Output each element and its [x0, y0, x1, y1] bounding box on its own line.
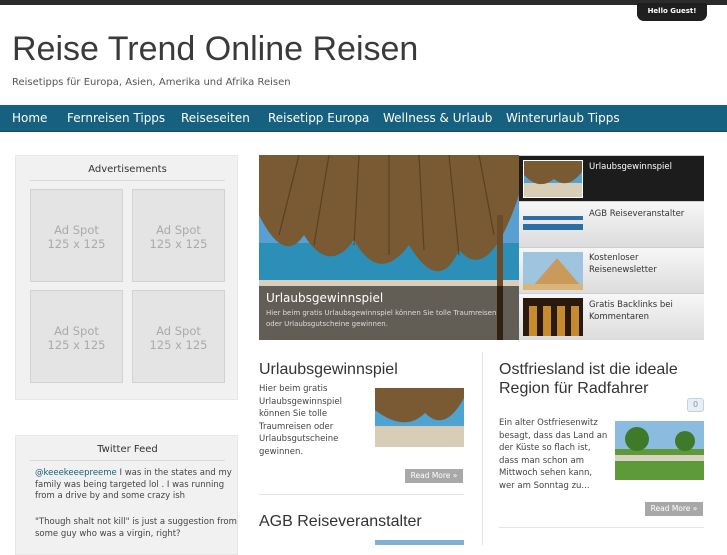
site-tagline: Reisetipps für Europa, Asien, Amerika un… [12, 77, 291, 88]
ad-spot-size: 125 x 125 [47, 237, 106, 251]
nav-home[interactable]: Home [12, 105, 47, 132]
nav-wellness-urlaub[interactable]: Wellness & Urlaub [383, 105, 492, 132]
ad-spot-size: 125 x 125 [149, 237, 208, 251]
thumb-image [523, 206, 583, 244]
ads-widget-title: Advertisements [30, 164, 225, 181]
ad-spot[interactable]: Ad Spot 125 x 125 [30, 290, 123, 383]
ad-spot[interactable]: Ad Spot 125 x 125 [132, 290, 225, 383]
nav-winterurlaub-tipps[interactable]: Winterurlaub Tipps [506, 105, 620, 132]
thumb-image [523, 298, 583, 336]
top-bar [0, 0, 727, 5]
column-divider [482, 352, 483, 545]
ads-widget: Advertisements Ad Spot 125 x 125 Ad Spot 1… [15, 155, 238, 400]
ad-spot-label: Ad Spot [54, 223, 99, 237]
tweet: @keeekeeepreeme I was in the states and … [35, 468, 240, 503]
post-excerpt: Ein alter Ostfriesenwitz besagt, dass da… [499, 418, 608, 491]
slider-thumb-label: Urlaubsgewinnspiel [589, 162, 672, 172]
post-thumbnail[interactable] [615, 421, 704, 480]
tweet-text: "Though shalt not kill" is just a sugges… [35, 517, 237, 539]
ad-spot-size: 125 x 125 [149, 338, 208, 352]
featured-slider: Urlaubsgewinnspiel Hier beim gratis Urla… [259, 155, 704, 340]
twitter-widget: Twitter Feed @keeekeeepreeme I was in th… [15, 435, 238, 555]
post-title[interactable]: Ostfriesland ist die ideale Region für R… [499, 360, 704, 398]
post-thumbnail[interactable] [375, 388, 464, 447]
slider-thumb-label: Kostenloser Reisenewsletter [589, 253, 657, 275]
slider-thumb-urlaubsgewinnspiel[interactable]: Urlaubsgewinnspiel [519, 155, 704, 201]
post-thumbnail[interactable] [375, 540, 464, 545]
slider-image[interactable]: Urlaubsgewinnspiel Hier beim gratis Urla… [259, 155, 519, 340]
slider-thumb-label: AGB Reiseveranstalter [589, 209, 685, 219]
slider-caption: Urlaubsgewinnspiel Hier beim gratis Urla… [259, 286, 519, 340]
slider-caption-text: Hier beim gratis Urlaubsgewinnspiel könn… [266, 309, 497, 328]
slider-thumb-agb[interactable]: AGB Reiseveranstalter [519, 201, 704, 247]
ad-spot-size: 125 x 125 [47, 338, 106, 352]
comment-count-badge[interactable]: 0 [687, 398, 704, 412]
ad-spot[interactable]: Ad Spot 125 x 125 [30, 189, 123, 282]
nav-reiseseiten[interactable]: Reiseseiten [181, 105, 250, 132]
twitter-widget-title: Twitter Feed [30, 444, 225, 461]
tweet: "Though shalt not kill" is just a sugges… [35, 517, 240, 540]
thumb-image [523, 160, 583, 198]
post-title[interactable]: AGB Reiseveranstalter [259, 512, 464, 531]
tweet-user-link[interactable]: @keeekeeepreeme [35, 468, 117, 478]
post-divider [499, 527, 704, 528]
greeting-badge[interactable]: Hello Guest! [637, 3, 707, 21]
ad-spot-label: Ad Spot [156, 223, 201, 237]
slider-thumb-backlinks[interactable]: Gratis Backlinks bei Kommentaren [519, 293, 704, 340]
ad-spot-label: Ad Spot [54, 324, 99, 338]
slider-thumb-label: Gratis Backlinks bei Kommentaren [589, 300, 673, 322]
read-more-button[interactable]: Read More » [405, 469, 463, 483]
site-title[interactable]: Reise Trend Online Reisen [12, 30, 418, 69]
nav-reisetipp-europa[interactable]: Reisetipp Europa [268, 105, 369, 132]
post-divider [259, 494, 464, 495]
nav-fernreisen-tipps[interactable]: Fernreisen Tipps [67, 105, 165, 132]
post-excerpt: Hier beim gratis Urlaubsgewinnspiel könn… [259, 384, 342, 457]
read-more-button[interactable]: Read More » [645, 502, 703, 516]
post-title[interactable]: Urlaubsgewinnspiel [259, 360, 464, 379]
slider-caption-title[interactable]: Urlaubsgewinnspiel [266, 291, 512, 305]
slider-thumbnails: Urlaubsgewinnspiel AGB Reiseveranstalter… [519, 155, 704, 340]
main-nav: Home Fernreisen Tipps Reiseseiten Reiset… [0, 105, 727, 132]
ad-spot-label: Ad Spot [156, 324, 201, 338]
ad-spot[interactable]: Ad Spot 125 x 125 [132, 189, 225, 282]
slider-thumb-newsletter[interactable]: Kostenloser Reisenewsletter [519, 247, 704, 293]
thumb-image [523, 252, 583, 290]
